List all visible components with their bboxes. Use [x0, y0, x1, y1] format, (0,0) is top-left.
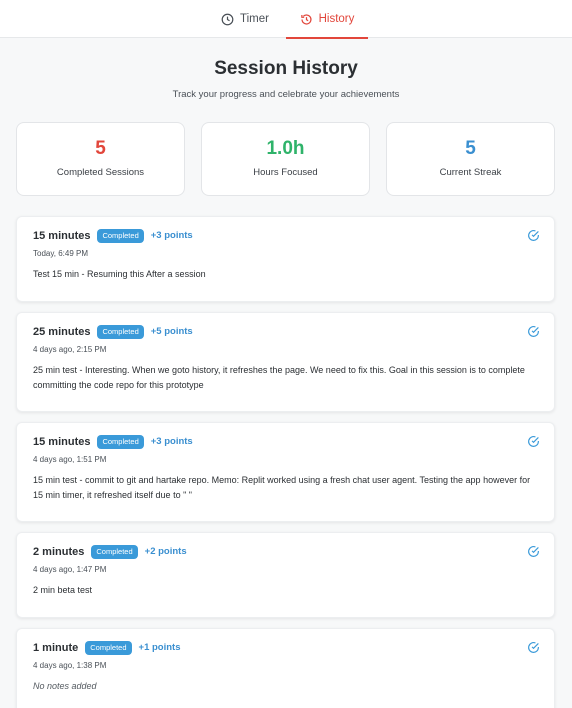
- session-timestamp: 4 days ago, 1:47 PM: [33, 564, 107, 574]
- status-badge: Completed: [85, 641, 132, 655]
- session-timestamp: Today, 6:49 PM: [33, 248, 88, 258]
- stat-value: 5: [465, 138, 476, 159]
- session-points: +3 points: [150, 230, 193, 242]
- session-duration: 2 minutes: [33, 545, 85, 558]
- session-duration: 25 minutes: [33, 325, 91, 338]
- session-points: +1 points: [138, 642, 181, 654]
- stat-label: Hours Focused: [253, 167, 318, 178]
- stat-value: 1.0h: [266, 138, 305, 159]
- tab-history-label: History: [318, 13, 355, 25]
- session-list: 15 minutes Completed +3 points Today, 6:…: [0, 216, 572, 708]
- session-note-empty: No notes added: [33, 680, 97, 691]
- session-points: +5 points: [150, 326, 193, 338]
- session-note: 15 min test - commit to git and hartake …: [33, 474, 531, 500]
- tab-timer-label: Timer: [240, 13, 269, 25]
- status-badge: Completed: [97, 435, 144, 449]
- tab-timer[interactable]: Timer: [204, 0, 286, 38]
- clock-icon: [221, 13, 234, 26]
- status-badge: Completed: [97, 325, 144, 339]
- check-circle-icon: [527, 325, 540, 338]
- stat-hours-focused: 1.0h Hours Focused: [201, 122, 370, 196]
- stat-label: Completed Sessions: [56, 167, 145, 178]
- session-note: 2 min beta test: [33, 584, 93, 595]
- history-icon: [300, 13, 313, 26]
- stat-current-streak: 5 Current Streak: [386, 122, 555, 196]
- check-circle-icon: [527, 435, 540, 448]
- session-card[interactable]: 15 minutes Completed +3 points Today, 6:…: [16, 216, 555, 302]
- session-timestamp: 4 days ago, 2:15 PM: [33, 344, 107, 354]
- stat-label: Current Streak: [439, 167, 502, 178]
- status-badge: Completed: [91, 545, 138, 559]
- session-note: 25 min test - Interesting. When we goto …: [33, 364, 525, 390]
- session-card[interactable]: 2 minutes Completed +2 points 4 days ago…: [16, 532, 555, 618]
- session-note: Test 15 min - Resuming this After a sess…: [33, 268, 206, 279]
- stat-value: 5: [95, 138, 106, 159]
- session-duration: 15 minutes: [33, 229, 91, 242]
- stat-completed-sessions: 5 Completed Sessions: [16, 122, 185, 196]
- page-title: Session History: [214, 58, 358, 79]
- session-card[interactable]: 1 minute Completed +1 points 4 days ago,…: [16, 628, 555, 708]
- tab-bar: Timer History: [0, 0, 572, 39]
- session-timestamp: 4 days ago, 1:38 PM: [33, 660, 107, 670]
- check-circle-icon: [527, 641, 540, 654]
- session-duration: 1 minute: [33, 641, 79, 654]
- stats-row: 5 Completed Sessions 1.0h Hours Focused …: [0, 122, 572, 196]
- tab-history[interactable]: History: [286, 0, 368, 39]
- session-duration: 15 minutes: [33, 435, 91, 448]
- session-card[interactable]: 25 minutes Completed +5 points 4 days ag…: [16, 312, 555, 412]
- session-timestamp: 4 days ago, 1:51 PM: [33, 454, 107, 464]
- page-subtitle: Track your progress and celebrate your a…: [172, 89, 400, 100]
- status-badge: Completed: [97, 229, 144, 243]
- session-points: +3 points: [150, 436, 193, 448]
- session-points: +2 points: [144, 546, 187, 558]
- check-circle-icon: [527, 229, 540, 242]
- check-circle-icon: [527, 545, 540, 558]
- session-card[interactable]: 15 minutes Completed +3 points 4 days ag…: [16, 422, 555, 522]
